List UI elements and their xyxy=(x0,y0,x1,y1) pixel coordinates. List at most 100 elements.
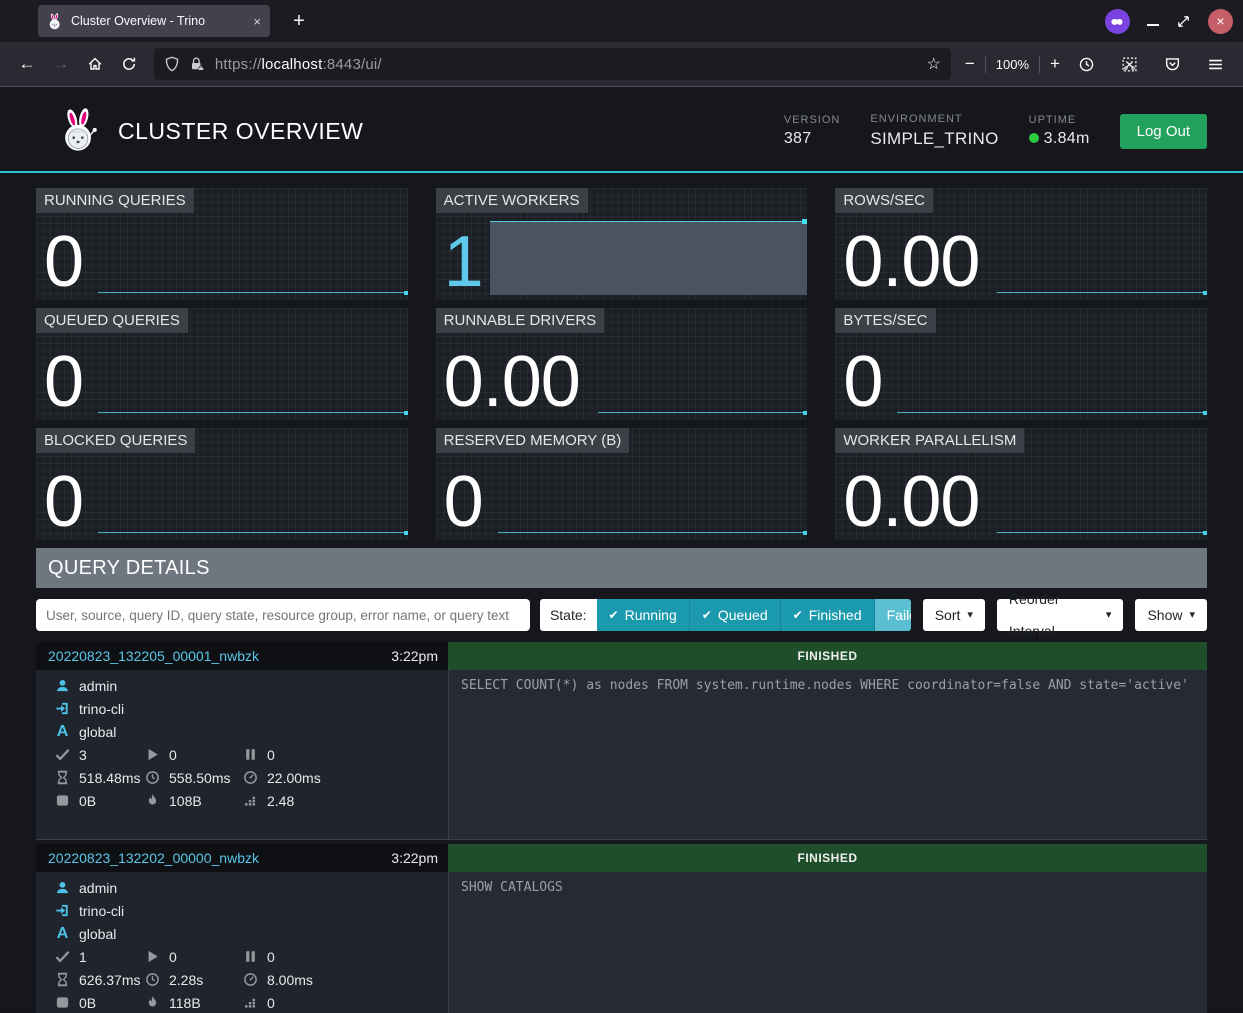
stat-value: 0.00 xyxy=(843,468,979,536)
query-time: 3:22pm xyxy=(391,648,438,664)
current-memory-scale-icon xyxy=(55,995,70,1010)
zoom-level[interactable]: 100% xyxy=(996,57,1029,72)
cpu-time-clock-icon xyxy=(145,972,160,987)
execution-time-gauge-icon xyxy=(243,770,258,785)
lock-warning-icon[interactable] xyxy=(189,56,206,72)
wall-time: 626.37ms xyxy=(79,972,140,988)
screenshot-scissors-icon[interactable] xyxy=(1113,48,1147,80)
window-minimize-button[interactable] xyxy=(1147,24,1159,26)
tracking-shield-icon[interactable] xyxy=(164,56,180,72)
stat-value: 0 xyxy=(44,468,83,536)
sparkline-dot xyxy=(404,531,408,535)
logout-button[interactable]: Log Out xyxy=(1120,114,1207,149)
query-row: 20220823_132202_00000_nwbzk 3:22pm admin… xyxy=(36,844,1207,1013)
query-source: trino-cli xyxy=(79,903,124,919)
window-close-button[interactable]: × xyxy=(1208,9,1233,34)
new-tab-button[interactable]: + xyxy=(284,6,314,36)
version-label: VERSION xyxy=(784,114,841,126)
sparkline-dot xyxy=(803,411,807,415)
sort-dropdown[interactable]: Sort ▾ xyxy=(923,599,985,631)
sparkline-dot xyxy=(803,531,807,535)
environment-label: ENVIRONMENT xyxy=(870,113,998,125)
version-block: VERSION 387 xyxy=(784,114,841,148)
forward-icon[interactable]: → xyxy=(44,48,78,80)
query-time: 3:22pm xyxy=(391,850,438,866)
stat-label: ROWS/SEC xyxy=(835,188,933,213)
sparkline-dot xyxy=(1203,531,1207,535)
uptime-label: UPTIME xyxy=(1029,114,1090,126)
private-browsing-icon xyxy=(1105,9,1130,34)
environment-block: ENVIRONMENT SIMPLE_TRINO xyxy=(870,113,998,149)
pocket-icon[interactable] xyxy=(1156,48,1190,80)
query-filter-toolbar: State: ✔ Running ✔ Queued ✔ Finished Fai… xyxy=(36,599,1207,631)
state-filter-finished[interactable]: ✔ Finished xyxy=(780,599,874,631)
zoom-in-button[interactable]: + xyxy=(1050,54,1060,74)
url-bar[interactable]: https://localhost:8443/ui/ ☆ xyxy=(154,48,951,80)
source-signin-icon xyxy=(55,903,70,918)
browser-toolbar: ← → https://localhost:8443/ui/ ☆ − 100% … xyxy=(0,42,1243,87)
stat-panel-active-workers: ACTIVE WORKERS 1 xyxy=(436,188,808,300)
show-dropdown[interactable]: Show ▾ xyxy=(1135,599,1207,631)
running-splits-play-icon xyxy=(145,949,160,964)
query-status-badge: FINISHED xyxy=(448,844,1207,872)
query-row: 20220823_132205_00001_nwbzk 3:22pm admin… xyxy=(36,642,1207,840)
peak-memory-flame-icon xyxy=(145,995,160,1010)
sparkline xyxy=(997,292,1206,293)
query-id-link[interactable]: 20220823_132205_00001_nwbzk xyxy=(48,648,259,664)
completed-splits: 1 xyxy=(79,949,87,965)
sparkline xyxy=(98,532,407,533)
state-filter-running[interactable]: ✔ Running xyxy=(597,599,689,631)
queued-splits-pause-icon xyxy=(243,747,258,762)
separator xyxy=(1039,56,1040,73)
bookmark-star-icon[interactable]: ☆ xyxy=(927,54,941,74)
stat-panel-reserved-memory: RESERVED MEMORY (B) 0 xyxy=(436,428,808,540)
stat-label: RUNNABLE DRIVERS xyxy=(436,308,605,333)
sparkline xyxy=(997,532,1206,533)
window-restore-button[interactable] xyxy=(1176,14,1191,29)
header-divider xyxy=(0,171,1243,173)
stat-label: RUNNING QUERIES xyxy=(36,188,194,213)
browser-tab[interactable]: Cluster Overview - Trino × xyxy=(38,5,270,37)
chevron-down-icon: ▾ xyxy=(1189,599,1195,631)
peak-memory-flame-icon xyxy=(145,793,160,808)
completed-splits: 3 xyxy=(79,747,87,763)
query-resource-group: global xyxy=(79,724,116,740)
uptime-block: UPTIME 3.84m xyxy=(1029,114,1090,148)
query-user: admin xyxy=(79,678,117,694)
source-signin-icon xyxy=(55,701,70,716)
tab-close-icon[interactable]: × xyxy=(253,14,261,29)
stat-panel-queued-queries: QUEUED QUERIES 0 xyxy=(36,308,408,420)
state-filter-queued[interactable]: ✔ Queued xyxy=(689,599,780,631)
sparkline-dot xyxy=(404,411,408,415)
query-text: SHOW CATALOGS xyxy=(448,872,1207,1013)
sparkline xyxy=(598,412,807,413)
completed-splits-check-icon xyxy=(55,949,70,964)
page-title: CLUSTER OVERVIEW xyxy=(118,118,363,145)
check-icon: ✔ xyxy=(609,599,619,631)
cpu-time-clock-icon xyxy=(145,770,160,785)
query-status-badge: FINISHED xyxy=(448,642,1207,670)
current-memory: 0B xyxy=(79,793,96,809)
menu-hamburger-icon[interactable] xyxy=(1199,48,1233,80)
zoom-out-button[interactable]: − xyxy=(965,54,975,74)
sparkline-dot xyxy=(404,291,408,295)
check-icon: ✔ xyxy=(702,599,712,631)
home-icon[interactable] xyxy=(78,48,112,80)
completed-splits-check-icon xyxy=(55,747,70,762)
back-icon[interactable]: ← xyxy=(10,48,44,80)
execution-time: 22.00ms xyxy=(267,770,321,786)
queued-splits-pause-icon xyxy=(243,949,258,964)
state-filter-failed-dropdown[interactable]: Failed ▾ xyxy=(874,599,911,631)
history-clock-icon[interactable] xyxy=(1070,48,1104,80)
query-id-link[interactable]: 20220823_132202_00000_nwbzk xyxy=(48,850,259,866)
query-search-input[interactable] xyxy=(36,599,530,631)
resource-group-icon: A xyxy=(55,925,70,943)
trino-bunny-logo xyxy=(58,108,100,154)
query-id-bar: 20220823_132202_00000_nwbzk 3:22pm xyxy=(36,844,448,872)
query-resource-group: global xyxy=(79,926,116,942)
reorder-interval-dropdown[interactable]: Reorder Interval ▾ xyxy=(997,599,1124,631)
trino-favicon-icon xyxy=(47,13,63,30)
sparkline-dot xyxy=(1203,291,1207,295)
stat-label: BLOCKED QUERIES xyxy=(36,428,195,453)
reload-icon[interactable] xyxy=(112,48,146,80)
